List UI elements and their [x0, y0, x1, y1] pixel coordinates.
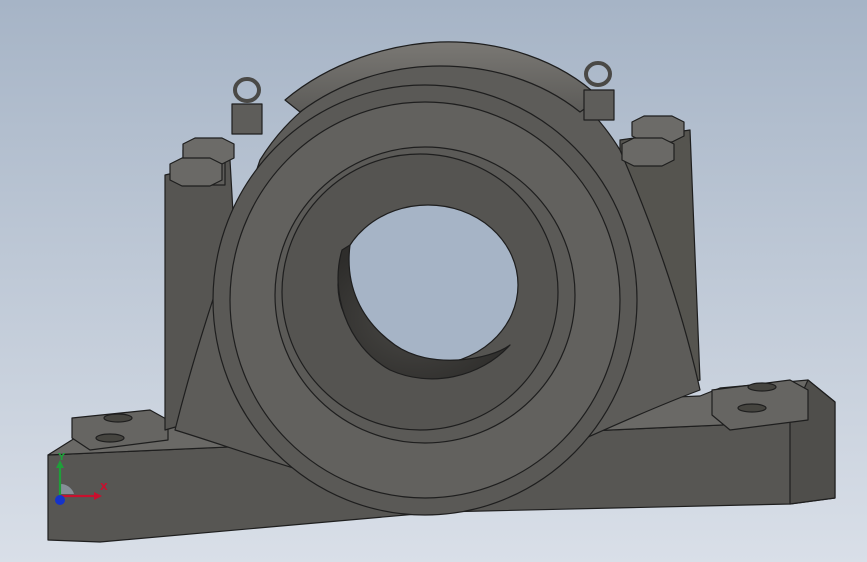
graphics-viewport[interactable]: Y X	[0, 0, 867, 562]
right-nut-front	[621, 137, 675, 167]
x-axis-head	[94, 492, 102, 500]
coordinate-triad: Y X	[40, 452, 120, 518]
z-axis-dot	[55, 495, 65, 505]
triad-y-label: Y	[58, 452, 66, 463]
right-mount-hole-1	[747, 382, 777, 392]
model-view[interactable]	[0, 0, 867, 562]
left-nut-front	[169, 157, 223, 187]
right-mount-hole-2	[737, 403, 767, 413]
triad-x-label: X	[100, 482, 108, 493]
left-eyebolt-boss	[231, 103, 263, 135]
left-mount-hole-2	[95, 433, 125, 443]
triad-axes	[55, 460, 102, 505]
right-eyebolt-boss	[583, 89, 615, 121]
left-mount-hole-1	[103, 413, 133, 423]
triad-orientation-patch	[60, 483, 74, 494]
